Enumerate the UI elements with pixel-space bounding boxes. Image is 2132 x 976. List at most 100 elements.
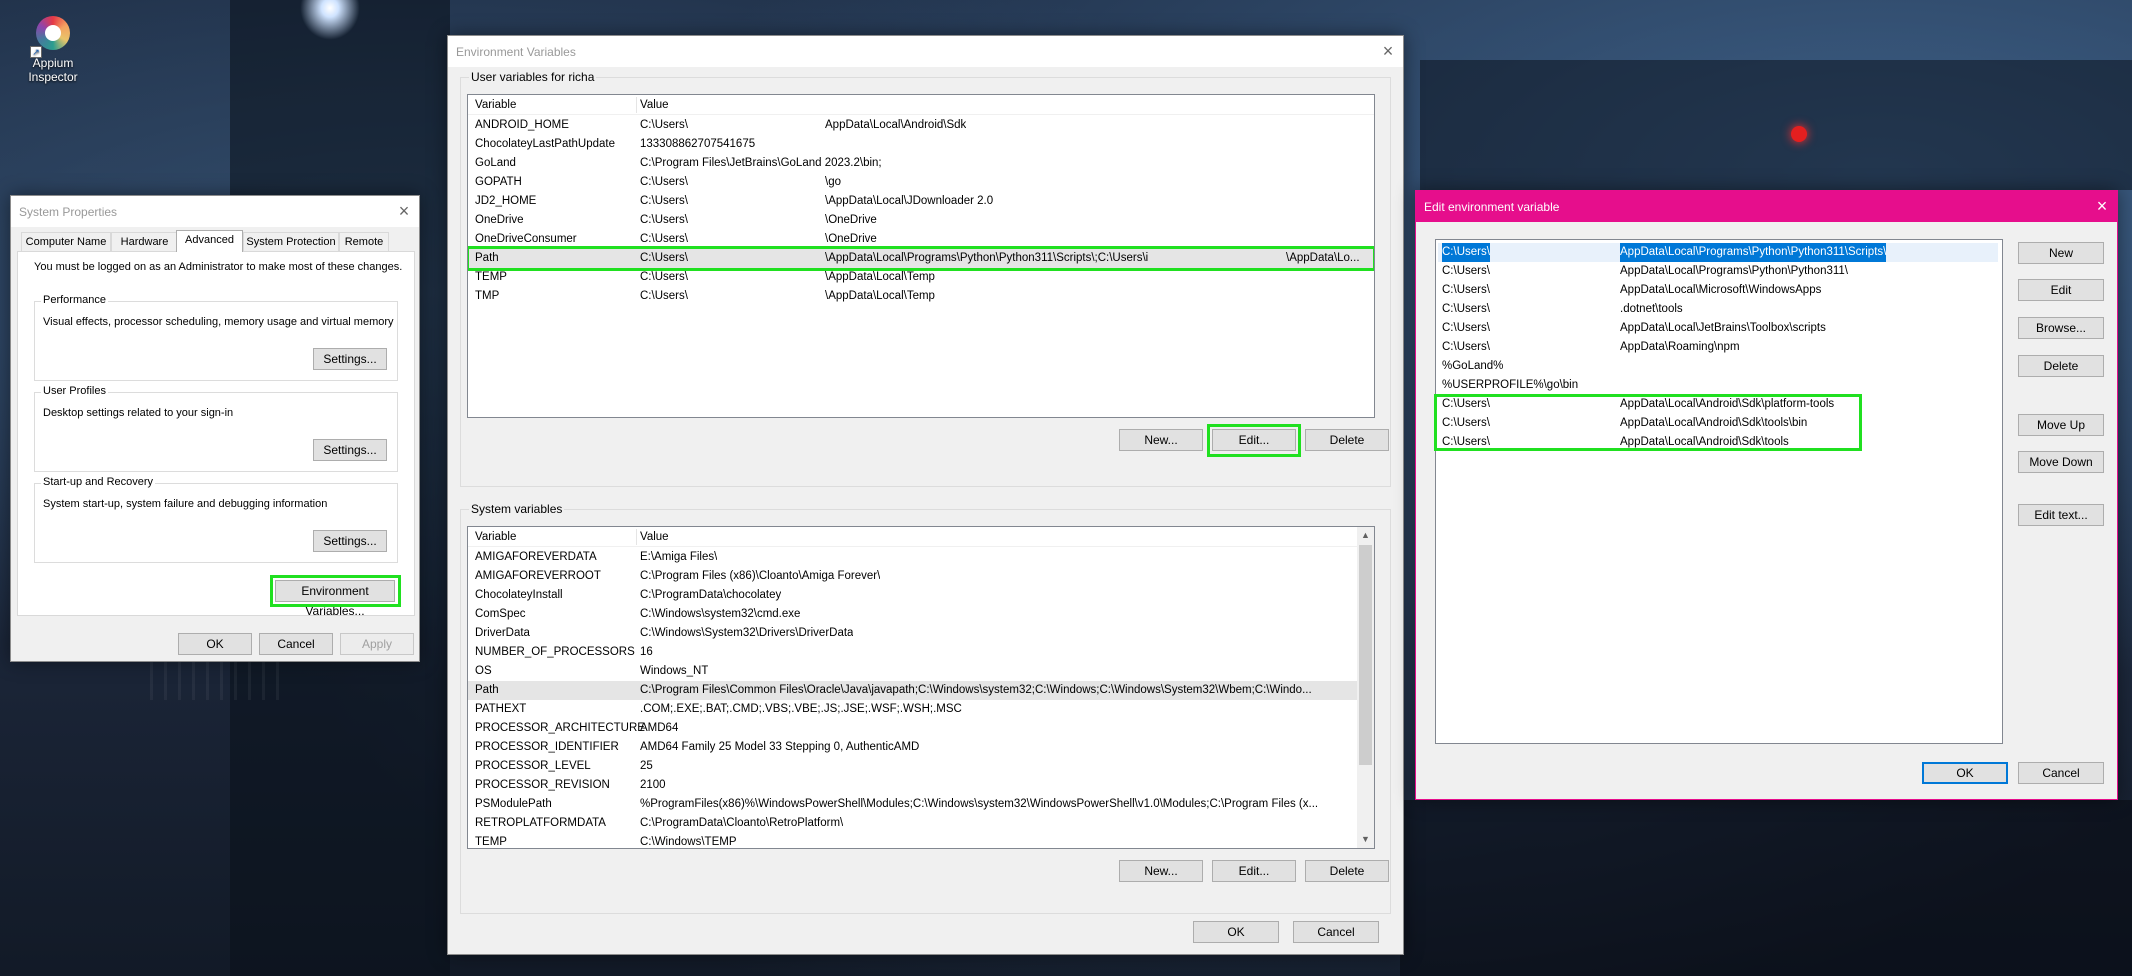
edit-button[interactable]: Edit — [2018, 279, 2104, 301]
table-row[interactable]: ComSpec C:\Windows\system32\cmd.exe — [468, 605, 1357, 624]
user-delete-button[interactable]: Delete — [1305, 429, 1389, 451]
browse-button[interactable]: Browse... — [2018, 317, 2104, 339]
ok-button[interactable]: OK — [178, 633, 252, 655]
system-variables-label: System variables — [469, 502, 565, 516]
variable-name: RETROPLATFORMDATA — [475, 817, 606, 829]
table-row[interactable]: OS Windows_NT — [468, 662, 1357, 681]
tab-computer-name[interactable]: Computer Name — [21, 232, 111, 251]
path-prefix: %USERPROFILE%\go\bin — [1442, 379, 1579, 391]
variable-name: OS — [475, 665, 492, 677]
move-down-button[interactable]: Move Down — [2018, 451, 2104, 473]
table-row[interactable]: PROCESSOR_LEVEL 25 — [468, 757, 1357, 776]
path-suffix: AppData\Local\Programs\Python\Python311\… — [1620, 243, 1887, 262]
column-variable[interactable]: Variable — [475, 95, 516, 115]
table-row[interactable]: RETROPLATFORMDATA C:\ProgramData\Cloanto\… — [468, 814, 1357, 833]
table-row[interactable]: TMP C:\Users\ \AppData\Local\Temp — [468, 287, 1374, 306]
tab-remote[interactable]: Remote — [339, 232, 389, 251]
table-row[interactable]: PROCESSOR_IDENTIFIER AMD64 Family 25 Mode… — [468, 738, 1357, 757]
variable-value: C:\Program Files\Common Files\Oracle\Jav… — [640, 684, 1312, 696]
table-row[interactable]: AMIGAFOREVERROOT C:\Program Files (x86)\C… — [468, 567, 1357, 586]
table-row[interactable]: PATHEXT .COM;.EXE;.BAT;.CMD;.VBS;.VBE;.JS… — [468, 700, 1357, 719]
column-value[interactable]: Value — [640, 527, 669, 547]
table-row[interactable]: ChocolateyLastPathUpdate 1333088627075416… — [468, 135, 1374, 154]
cancel-button[interactable]: Cancel — [2018, 762, 2104, 784]
apply-button[interactable]: Apply — [340, 633, 414, 655]
table-row[interactable]: OneDriveConsumer C:\Users\ \OneDrive — [468, 230, 1374, 249]
tab-hardware[interactable]: Hardware — [111, 232, 178, 251]
environment-variables-button[interactable]: Environment Variables... — [275, 580, 395, 618]
system-list-scrollbar[interactable]: ▲ ▼ — [1357, 527, 1374, 848]
user-variables-list[interactable]: Variable Value ANDROID_HOME C:\Users\ AppD… — [467, 94, 1375, 418]
system-edit-button[interactable]: Edit... — [1212, 860, 1296, 882]
scroll-thumb[interactable] — [1359, 545, 1372, 765]
variable-name: DriverData — [475, 627, 530, 639]
path-prefix: C:\Users\ — [1442, 265, 1490, 277]
table-row[interactable]: AMIGAFOREVERDATA E:\Amiga Files\ — [468, 548, 1357, 567]
close-icon[interactable]: × — [2087, 191, 2117, 222]
startup-recovery-settings-button[interactable]: Settings... — [313, 530, 387, 552]
close-icon[interactable]: × — [389, 196, 419, 227]
table-row[interactable]: JD2_HOME C:\Users\ \AppData\Local\JDownloa… — [468, 192, 1374, 211]
variable-value: C:\Users\ — [640, 290, 688, 302]
table-row[interactable]: DriverData C:\Windows\System32\Drivers\Dr… — [468, 624, 1357, 643]
ok-button[interactable]: OK — [1193, 921, 1279, 943]
variable-name: PROCESSOR_REVISION — [475, 779, 610, 791]
variable-value: AMD64 Family 25 Model 33 Stepping 0, Aut… — [640, 741, 920, 753]
tab-system-protection[interactable]: System Protection — [243, 232, 339, 251]
user-new-button[interactable]: New... — [1119, 429, 1203, 451]
table-row[interactable]: ANDROID_HOME C:\Users\ AppData\Local\Andro… — [468, 116, 1374, 135]
scroll-up-icon[interactable]: ▲ — [1357, 527, 1374, 544]
variable-name: PROCESSOR_IDENTIFIER — [475, 741, 619, 753]
startup-recovery-desc: System start-up, system failure and debu… — [43, 498, 328, 510]
new-button[interactable]: New — [2018, 242, 2104, 264]
column-value[interactable]: Value — [640, 95, 669, 115]
table-row[interactable]: PROCESSOR_REVISION 2100 — [468, 776, 1357, 795]
system-properties-window: System Properties × Computer Name Hardwa… — [10, 195, 420, 662]
performance-settings-button[interactable]: Settings... — [313, 348, 387, 370]
path-prefix: C:\Users\ — [1442, 436, 1490, 448]
user-profiles-settings-button[interactable]: Settings... — [313, 439, 387, 461]
column-variable[interactable]: Variable — [475, 527, 516, 547]
system-new-button[interactable]: New... — [1119, 860, 1203, 882]
variable-value: C:\Users\ — [640, 252, 688, 264]
performance-desc: Visual effects, processor scheduling, me… — [43, 316, 394, 328]
move-up-button[interactable]: Move Up — [2018, 414, 2104, 436]
tab-advanced[interactable]: Advanced — [176, 230, 243, 252]
ok-button[interactable]: OK — [1922, 762, 2008, 784]
table-row[interactable]: PSModulePath %ProgramFiles(x86)%\WindowsP… — [468, 795, 1357, 814]
variable-value: C:\Users\ — [640, 195, 688, 207]
admin-note: You must be logged on as an Administrato… — [34, 261, 403, 273]
edit-text-button[interactable]: Edit text... — [2018, 504, 2104, 526]
path-prefix: C:\Users\ — [1442, 398, 1490, 410]
system-delete-button[interactable]: Delete — [1305, 860, 1389, 882]
variable-name: PATHEXT — [475, 703, 527, 715]
delete-button[interactable]: Delete — [2018, 355, 2104, 377]
variable-name: AMIGAFOREVERDATA — [475, 551, 597, 563]
table-row[interactable]: GOPATH C:\Users\ \go — [468, 173, 1374, 192]
variable-value-tail: \AppData\Lo... — [1286, 252, 1360, 264]
user-edit-button[interactable]: Edit... — [1212, 429, 1296, 451]
cancel-button[interactable]: Cancel — [259, 633, 333, 655]
table-row[interactable]: GoLand C:\Program Files\JetBrains\GoLand … — [468, 154, 1374, 173]
table-row[interactable]: PROCESSOR_ARCHITECTURE AMD64 — [468, 719, 1357, 738]
variable-value: C:\Program Files (x86)\Cloanto\Amiga For… — [640, 570, 881, 582]
table-row[interactable]: TEMP C:\Windows\TEMP — [468, 833, 1357, 848]
variable-name: JD2_HOME — [475, 195, 537, 207]
scroll-down-icon[interactable]: ▼ — [1357, 831, 1374, 848]
close-icon[interactable]: × — [1373, 36, 1403, 67]
variable-value: 16 — [640, 646, 653, 658]
desktop-icon-label: Appium Inspector — [28, 56, 78, 84]
table-row[interactable]: Path C:\Program Files\Common Files\Oracle… — [468, 681, 1357, 700]
path-entries-list[interactable]: C:\Users\ AppData\Local\Programs\Python\P… — [1435, 239, 2003, 744]
desktop-icon-appium[interactable]: ↗ Appium Inspector — [18, 16, 88, 84]
table-row[interactable]: TEMP C:\Users\ \AppData\Local\Temp — [468, 268, 1374, 287]
variable-value: Windows_NT — [640, 665, 709, 677]
cancel-button[interactable]: Cancel — [1293, 921, 1379, 943]
table-row[interactable]: OneDrive C:\Users\ \OneDrive — [468, 211, 1374, 230]
system-variables-list[interactable]: Variable Value AMIGAFOREVERDATA E:\Amiga … — [467, 526, 1375, 849]
path-entry[interactable]: C:\Users\ AppData\Local\Programs\Python\P… — [1438, 243, 1998, 262]
table-row[interactable]: ChocolateyInstall C:\ProgramData\chocolat… — [468, 586, 1357, 605]
table-row[interactable]: Path C:\Users\ \AppData\Local\Programs\Pyt… — [468, 249, 1374, 268]
path-suffix: AppData\Local\Microsoft\WindowsApps — [1620, 284, 1822, 296]
table-row[interactable]: NUMBER_OF_PROCESSORS 16 — [468, 643, 1357, 662]
